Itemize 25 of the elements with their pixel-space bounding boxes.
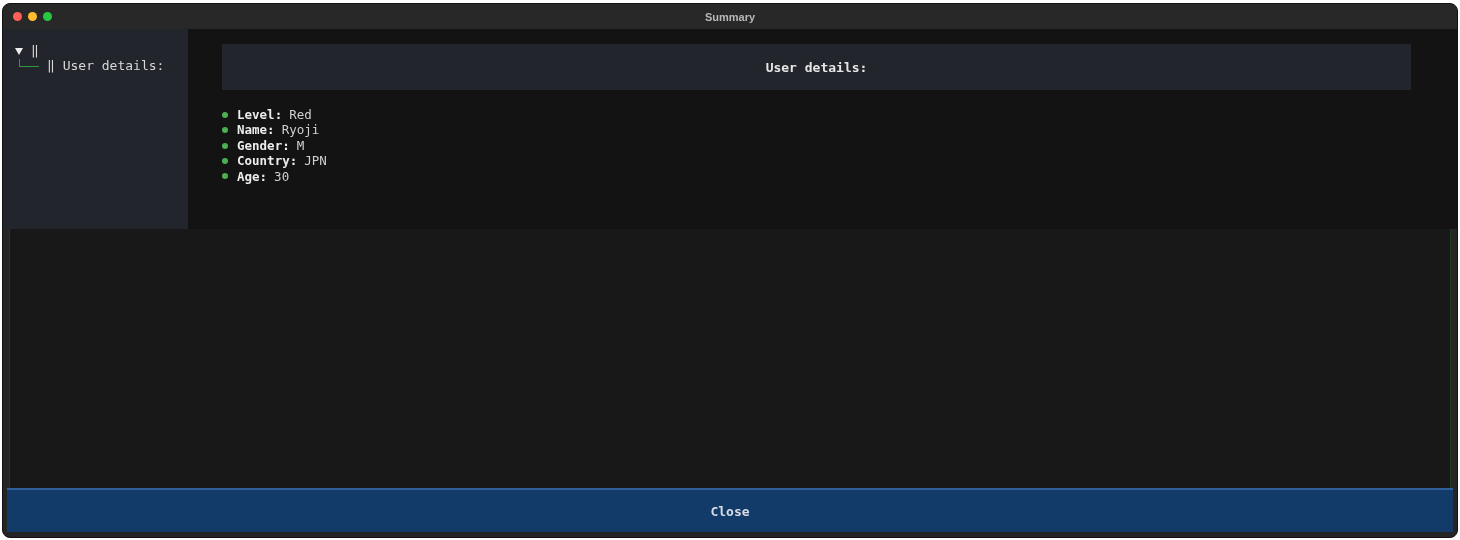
- field-label: Gender:: [237, 137, 290, 154]
- field-label: Level:: [237, 107, 283, 123]
- field-label: Age:: [237, 168, 268, 185]
- field-value: Ryoji: [281, 122, 320, 138]
- expanded-triangle-icon[interactable]: [15, 46, 23, 55]
- tree-connector: [19, 58, 39, 67]
- close-button[interactable]: Close: [7, 488, 1453, 532]
- field-value: Red: [289, 107, 312, 123]
- bullet-icon: [222, 142, 228, 149]
- tree-node[interactable]: ‖: [31, 43, 39, 58]
- bullet-icon: [222, 127, 228, 134]
- close-window-icon[interactable]: [13, 12, 22, 21]
- field-label: Country:: [237, 153, 298, 169]
- bullet-icon: [222, 157, 228, 164]
- zoom-window-icon[interactable]: [43, 12, 52, 21]
- panel-heading: User details:: [222, 44, 1411, 90]
- minimize-window-icon[interactable]: [28, 12, 37, 21]
- field-value: 30: [274, 168, 290, 185]
- field-value: JPN: [304, 153, 327, 169]
- window-title: Summary: [704, 10, 756, 23]
- tree-node[interactable]: ‖ User details:: [47, 58, 165, 73]
- bullet-icon: [222, 173, 228, 180]
- bullet-icon: [222, 111, 228, 118]
- field-value: M: [296, 137, 305, 154]
- field-label: Name:: [237, 122, 275, 138]
